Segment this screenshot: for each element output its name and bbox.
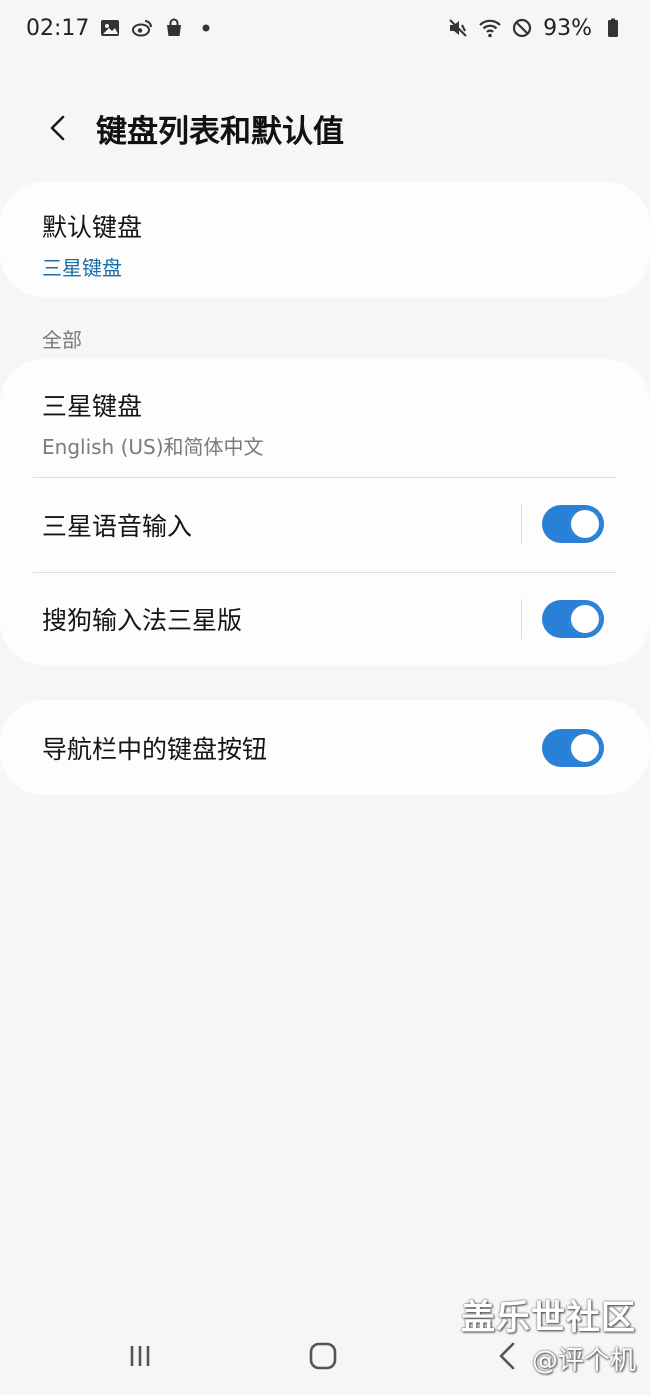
nav-keyboard-button-card[interactable]: 导航栏中的键盘按钮 [0, 700, 650, 795]
section-label-all: 全部 [42, 328, 82, 352]
battery-icon [602, 17, 624, 39]
back-nav-button[interactable] [478, 1338, 538, 1374]
back-icon [499, 1342, 515, 1370]
watermark-brand: 盖乐世社区 [461, 1298, 636, 1338]
vertical-separator [521, 599, 522, 639]
shopping-bag-icon [163, 17, 185, 39]
dot-icon [195, 17, 217, 39]
status-left: 02:17 [26, 16, 217, 41]
gallery-icon [99, 17, 121, 39]
mute-vibrate-icon [447, 17, 469, 39]
nav-keyboard-button-toggle[interactable] [542, 729, 604, 767]
sogou-toggle[interactable] [542, 600, 604, 638]
do-not-disturb-icon [511, 17, 533, 39]
status-bar: 02:17 93% [0, 0, 650, 56]
watermark-author: @评个机 [531, 1346, 636, 1376]
weibo-icon [131, 17, 153, 39]
screen: 02:17 93% 键盘列表和默认值 默认键盘 三星键盘 全部 三星键盘 Eng… [0, 0, 650, 1395]
keyboard-item-samsung[interactable]: 三星键盘 English (US)和简体中文 [0, 359, 650, 477]
default-keyboard-value: 三星键盘 [42, 256, 122, 280]
keyboard-item-title: 三星语音输入 [42, 511, 193, 541]
keyboard-item-subtitle: English (US)和简体中文 [42, 435, 264, 459]
home-icon [309, 1342, 337, 1370]
keyboard-list-card: 三星键盘 English (US)和简体中文 三星语音输入 搜狗输入法三星版 [0, 359, 650, 665]
recents-icon [130, 1346, 150, 1366]
keyboard-item-sogou[interactable]: 搜狗输入法三星版 [0, 572, 650, 665]
keyboard-item-title: 三星键盘 [42, 392, 143, 421]
keyboard-item-voice-input[interactable]: 三星语音输入 [0, 477, 650, 572]
status-time: 02:17 [26, 15, 90, 41]
recents-button[interactable] [110, 1338, 170, 1374]
keyboard-item-title: 搜狗输入法三星版 [42, 605, 243, 635]
back-button[interactable] [28, 98, 88, 158]
app-header: 键盘列表和默认值 [0, 96, 650, 160]
page-title: 键盘列表和默认值 [96, 113, 344, 150]
default-keyboard-title: 默认键盘 [42, 213, 143, 242]
voice-input-toggle[interactable] [542, 505, 604, 543]
status-right: 93% [447, 16, 624, 41]
default-keyboard-card[interactable]: 默认键盘 三星键盘 [0, 182, 650, 297]
wifi-icon [479, 17, 501, 39]
home-button[interactable] [293, 1338, 353, 1374]
vertical-separator [521, 504, 522, 544]
chevron-left-icon [50, 115, 65, 141]
nav-keyboard-button-title: 导航栏中的键盘按钮 [42, 734, 268, 764]
battery-percent: 93% [543, 15, 592, 41]
